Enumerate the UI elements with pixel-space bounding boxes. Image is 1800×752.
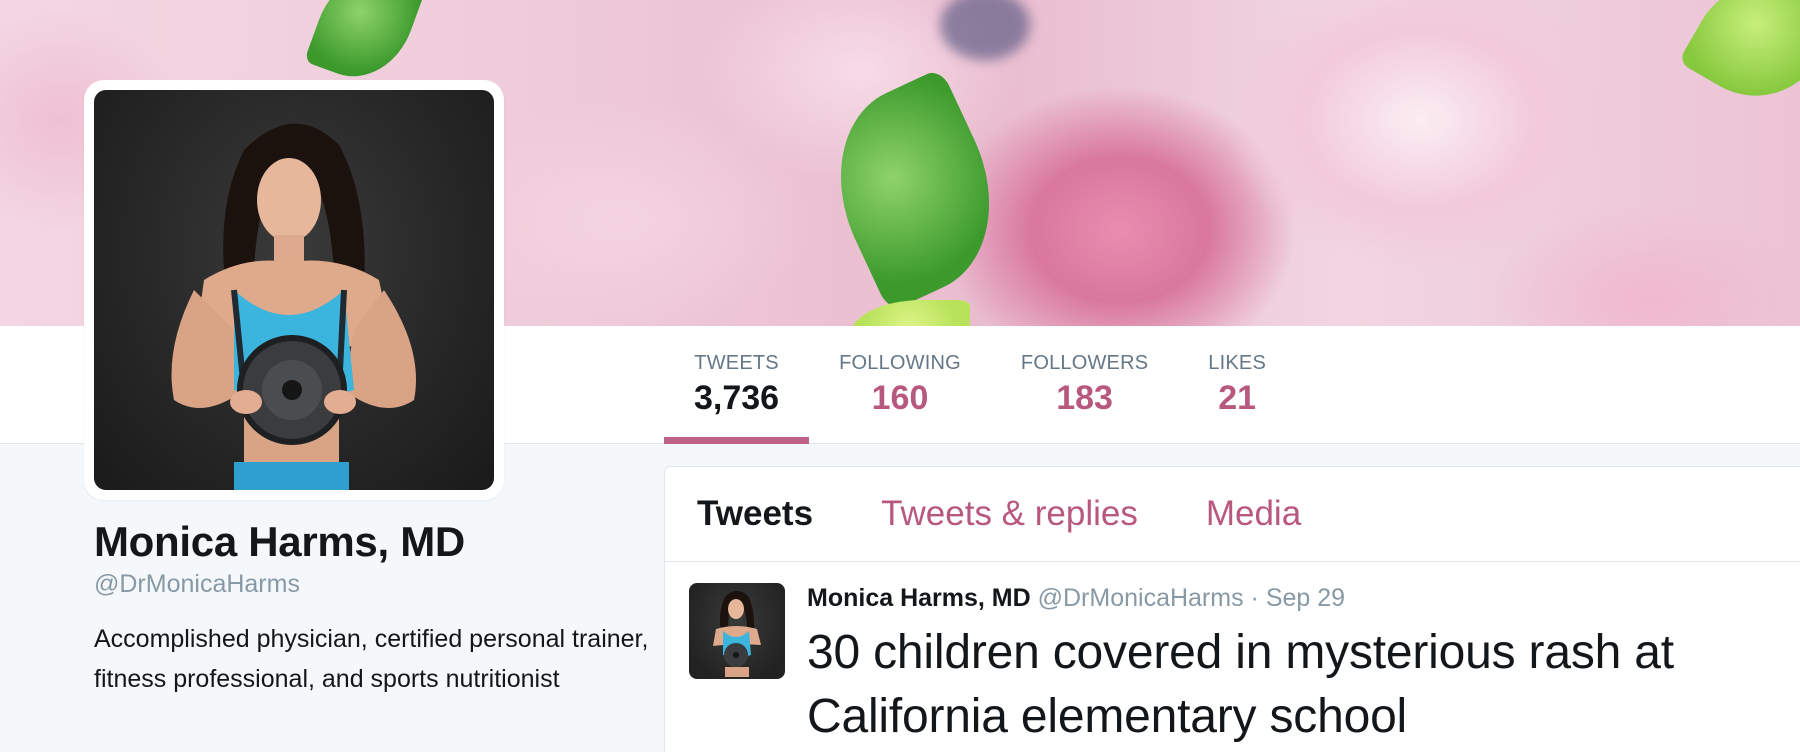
profile-stats: TWEETS 3,736 FOLLOWING 160 FOLLOWERS 183… xyxy=(664,326,1296,444)
stat-label: LIKES xyxy=(1208,352,1266,374)
stat-following[interactable]: FOLLOWING 160 xyxy=(809,326,991,444)
banner-shadow xyxy=(940,0,1030,60)
profile-name[interactable]: Monica Harms, MD xyxy=(94,518,654,566)
profile-photo xyxy=(94,90,494,490)
stat-label: FOLLOWING xyxy=(839,352,961,374)
stat-value: 3,736 xyxy=(694,379,780,417)
tweet-avatar[interactable] xyxy=(689,583,785,679)
profile-bio: Accomplished physician, certified person… xyxy=(94,625,649,693)
tweet-handle[interactable]: @DrMonicaHarms xyxy=(1038,584,1244,612)
tweet-body: Monica Harms, MD @DrMonicaHarms · Sep 29… xyxy=(807,583,1800,749)
banner-leaf xyxy=(1678,0,1800,122)
stat-label: FOLLOWERS xyxy=(1020,352,1149,374)
profile-handle[interactable]: @DrMonicaHarms xyxy=(94,570,654,599)
banner-leaf xyxy=(850,300,970,326)
profile-avatar[interactable] xyxy=(84,80,504,500)
timeline: Tweets Tweets & replies Media Monica Har… xyxy=(664,466,1800,752)
timeline-tabs: Tweets Tweets & replies Media xyxy=(665,467,1800,562)
stat-tweets[interactable]: TWEETS 3,736 xyxy=(664,326,810,444)
stat-followers[interactable]: FOLLOWERS 183 xyxy=(991,326,1178,444)
tweet-author[interactable]: Monica Harms, MD xyxy=(807,584,1031,612)
tab-tweets[interactable]: Tweets xyxy=(697,494,813,534)
tweet-timestamp[interactable]: Sep 29 xyxy=(1266,584,1345,612)
banner-leaf xyxy=(804,67,1026,313)
tab-tweets-replies[interactable]: Tweets & replies xyxy=(881,494,1138,534)
stat-likes[interactable]: LIKES 21 xyxy=(1178,326,1296,444)
tweet-text: 30 children covered in mysterious rash a… xyxy=(807,626,1674,743)
tab-media[interactable]: Media xyxy=(1206,494,1301,534)
tweet-header: Monica Harms, MD @DrMonicaHarms · Sep 29 xyxy=(807,583,1800,613)
stat-value: 183 xyxy=(1056,379,1113,417)
profile-photo-illustration xyxy=(171,123,416,490)
banner-leaf xyxy=(303,0,427,93)
tweet-separator: · xyxy=(1250,584,1259,612)
tweet-avatar-illustration xyxy=(713,590,761,677)
profile-info: Monica Harms, MD @DrMonicaHarms Accompli… xyxy=(94,518,654,699)
stat-value: 160 xyxy=(871,379,929,417)
stat-label: TWEETS xyxy=(694,352,779,374)
stat-value: 21 xyxy=(1218,379,1257,417)
